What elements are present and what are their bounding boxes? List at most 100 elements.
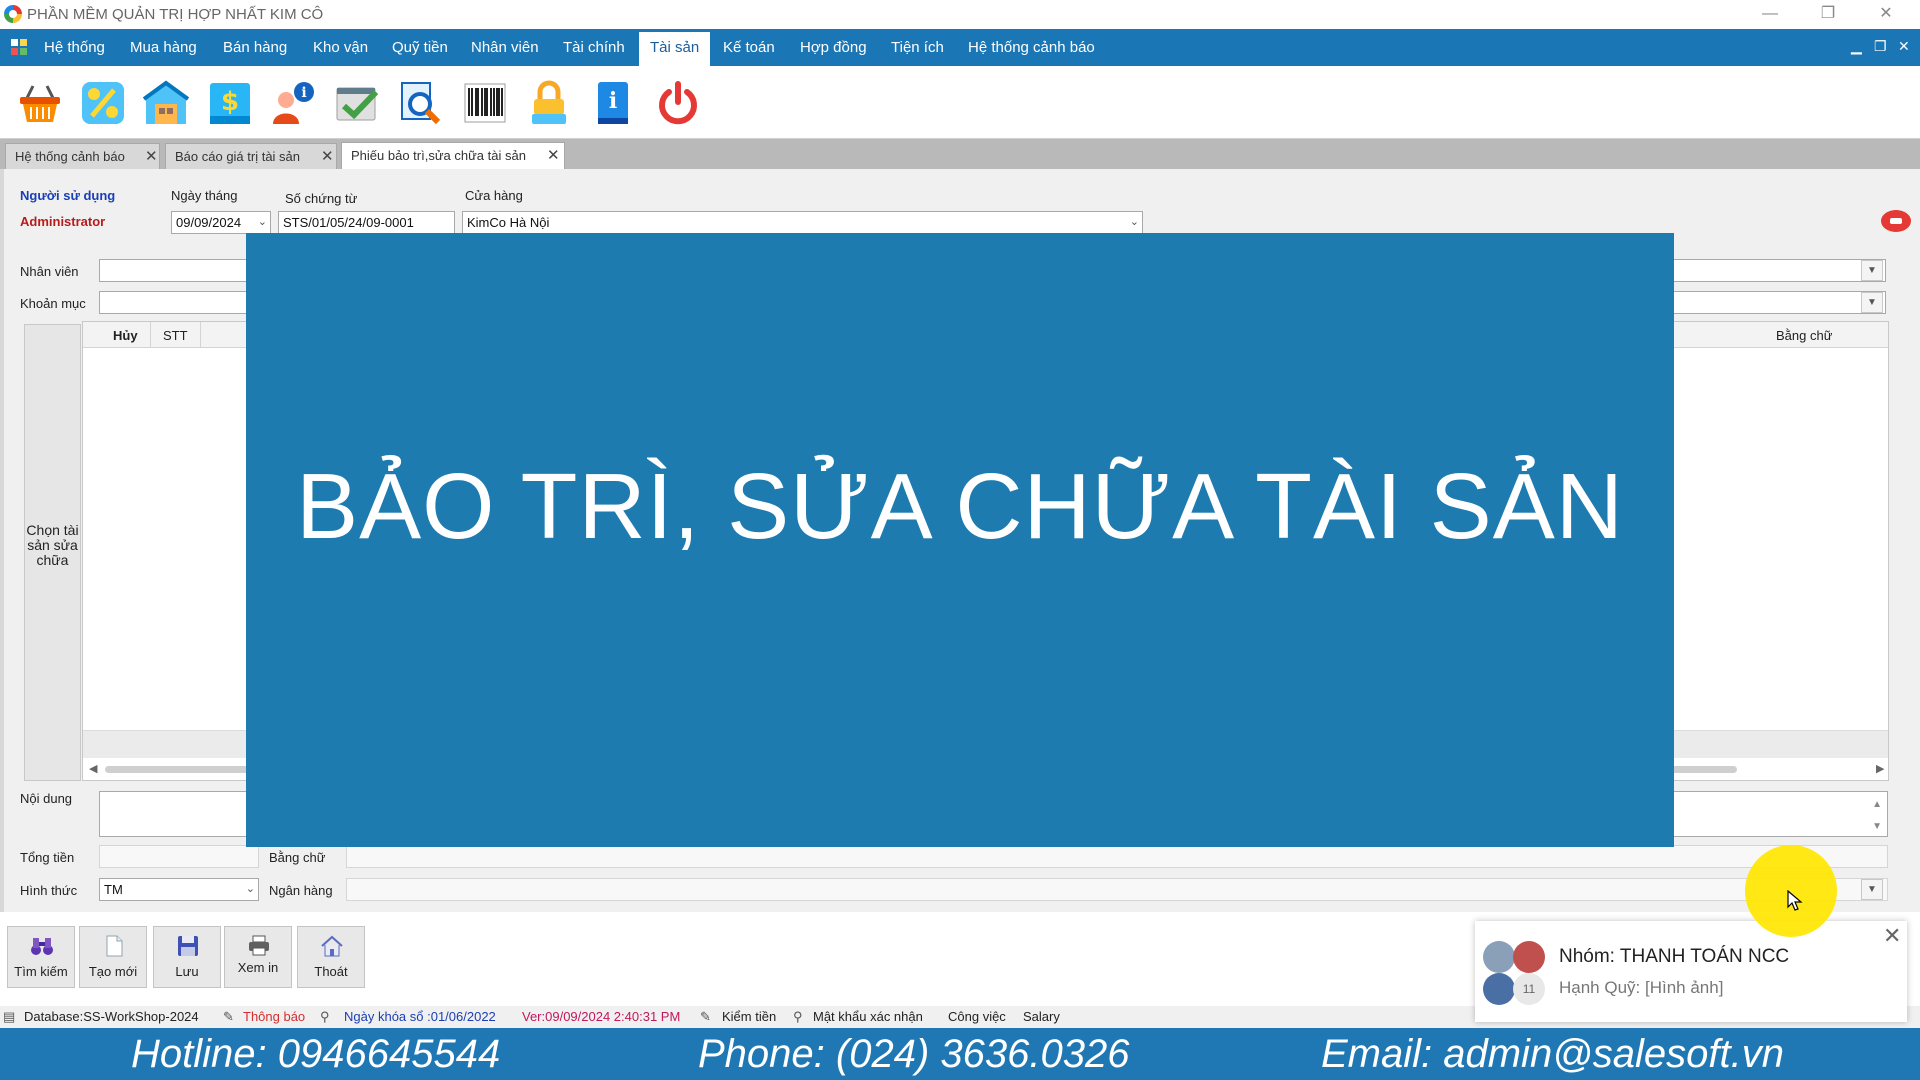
cash-book-icon[interactable]: $ [207,80,253,126]
lock-date-icon: ⚲ [320,1009,330,1024]
date-picker[interactable]: 09/09/2024 ⌄ [171,211,271,234]
menu-kho-van[interactable]: Kho vận [313,29,368,66]
menu-tien-ich[interactable]: Tiện ích [891,29,944,66]
notification-title: Nhóm: THANH TOÁN NCC [1559,946,1790,967]
new-button[interactable]: Tạo mới [79,926,147,988]
scroll-up-icon[interactable]: ▲ [1872,794,1882,815]
close-icon[interactable]: ✕ [321,147,334,165]
close-icon[interactable]: ✕ [547,146,560,164]
chevron-down-icon[interactable]: ▼ [1861,292,1883,313]
scroll-down-icon[interactable]: ▼ [1872,816,1882,836]
user-label: Người sử dụng [20,188,116,203]
method-value: TM [104,882,123,897]
search-label: Tìm kiếm [14,964,68,979]
mdi-close-button[interactable]: ✕ [1898,38,1910,55]
print-preview-label: Xem in [237,960,279,975]
chevron-down-icon[interactable]: ⌄ [246,879,255,900]
database-icon: ▤ [3,1009,16,1024]
status-lock-date: Ngày khóa sổ :01/06/2022 [344,1009,496,1024]
save-button[interactable]: Lưu [153,926,221,988]
grid-col-stt[interactable]: STT [163,328,188,343]
total-label: Tổng tiền [20,850,75,865]
info-book-icon[interactable]: i [590,80,636,126]
power-icon[interactable] [655,80,701,126]
search-report-icon[interactable] [398,80,444,126]
minimize-button[interactable]: — [1750,2,1790,26]
close-icon[interactable]: ✕ [1883,923,1901,949]
chat-notification[interactable]: 11 Nhóm: THANH TOÁN NCC Hạnh Quỹ: [Hình … [1475,921,1907,1022]
status-database: Database:SS-WorkShop-2024 [24,1009,199,1024]
floppy-disk-icon [178,936,198,956]
tab-bao-cao-gia-tri-tai-san[interactable]: Báo cáo giá trị tài sản ✕ [165,143,337,169]
exit-button[interactable]: Thoát [297,926,365,988]
store-select[interactable]: KimCo Hà Nội ⌄ [462,211,1143,234]
print-preview-button[interactable]: Xem in [224,926,292,988]
window-title-bar: PHẦN MỀM QUẢN TRỊ HỢP NHẤT KIM CÔ — ❐ ✕ [0,0,1920,29]
svg-text:i: i [301,85,306,101]
avatar [1483,973,1515,1005]
bank-select[interactable] [346,878,1888,901]
overlay-title: BẢO TRÌ, SỬA CHỮA TÀI SẢN [296,454,1624,558]
chevron-down-icon[interactable]: ⌄ [258,212,267,233]
chevron-down-icon[interactable]: ⌄ [1130,212,1139,233]
account-label: Khoản mục [20,296,86,311]
menu-nhan-vien[interactable]: Nhân viên [471,29,539,66]
menu-tai-san[interactable]: Tài sản [639,29,711,66]
grid-col-huy[interactable]: Hủy [113,328,138,343]
scroll-right-icon[interactable]: ▶ [1876,762,1884,775]
new-document-icon [106,935,123,957]
menu-tai-chinh[interactable]: Tài chính [563,29,625,66]
status-cash-check[interactable]: Kiểm tiền [722,1009,776,1024]
tab-phieu-bao-tri[interactable]: Phiếu bảo trì,sửa chữa tài sản ✕ [341,142,565,169]
cash-check-icon: ✎ [700,1009,711,1024]
password-icon: ⚲ [793,1009,803,1024]
chevron-down-icon[interactable]: ▼ [1861,260,1883,281]
employee-info-icon[interactable]: i [270,80,316,126]
lock-icon[interactable] [526,80,572,126]
menu-ban-hang[interactable]: Bán hàng [223,29,287,66]
status-password[interactable]: Mật khẩu xác nhận [813,1009,923,1024]
grid-divider [150,322,151,348]
menu-quy-tien[interactable]: Quỹ tiền [392,29,448,66]
status-salary[interactable]: Salary [1023,1009,1060,1024]
in-words-field[interactable] [346,845,1888,868]
chevron-down-icon[interactable]: ▼ [1861,879,1883,900]
method-label: Hình thức [20,883,78,898]
menu-app-icon[interactable] [11,39,28,56]
search-button[interactable]: Tìm kiếm [7,926,75,988]
menu-ke-toan[interactable]: Kế toán [723,29,775,66]
warehouse-icon[interactable] [143,80,189,126]
discount-icon[interactable] [80,80,126,126]
notification-message: Hạnh Quỹ: [Hình ảnh] [1559,978,1724,997]
hotline-text: Hotline: 0946645544 [131,1032,501,1076]
status-notice[interactable]: Thông báo [243,1009,305,1024]
restore-button[interactable]: ❐ [1808,2,1848,26]
bank-label: Ngân hàng [269,883,333,898]
scroll-left-icon[interactable]: ◀ [89,762,97,775]
menu-he-thong[interactable]: Hệ thống [44,29,105,66]
menu-he-thong-canh-bao[interactable]: Hệ thống cảnh báo [968,29,1095,66]
barcode-icon[interactable] [462,80,508,126]
tab-label: Hệ thống cảnh báo [15,149,125,164]
tab-he-thong-canh-bao[interactable]: Hệ thống cảnh báo ✕ [5,143,160,169]
doc-no-field[interactable]: STS/01/05/24/09-0001 [278,211,455,234]
status-work[interactable]: Công việc [948,1009,1006,1024]
youtube-icon[interactable] [1880,209,1912,233]
total-field[interactable] [99,845,259,868]
menu-hop-dong[interactable]: Hợp đồng [800,29,867,66]
svg-text:i: i [609,88,617,114]
mdi-restore-button[interactable]: ❐ [1874,38,1887,55]
checklist-icon[interactable] [334,80,380,126]
close-window-button[interactable]: ✕ [1866,2,1906,26]
basket-icon[interactable] [17,80,63,126]
menu-mua-hang[interactable]: Mua hàng [130,29,197,66]
close-icon[interactable]: ✕ [145,147,158,165]
user-value: Administrator [20,214,106,229]
choose-asset-button[interactable]: Chọn tài sản sửa chữa [24,324,81,781]
grid-col-bang-chu[interactable]: Bằng chữ [1776,328,1832,343]
avatar [1483,941,1515,973]
new-label: Tạo mới [88,964,138,979]
mdi-minimize-button[interactable]: ▁ [1851,38,1862,55]
printer-icon [249,935,269,956]
method-select[interactable]: TM ⌄ [99,878,259,901]
